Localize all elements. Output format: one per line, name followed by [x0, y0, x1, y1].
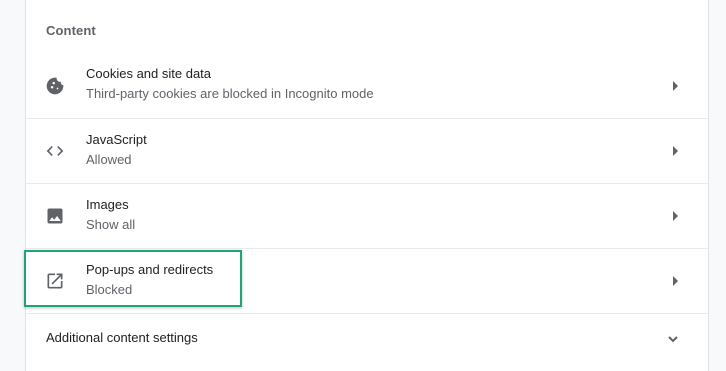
additional-label: Additional content settings [46, 330, 198, 345]
row-sublabel: Allowed [86, 152, 132, 167]
cookies-site-data-row[interactable]: Cookies and site data Third-party cookie… [26, 53, 708, 118]
chevron-down-icon [667, 332, 679, 344]
arrow-right-icon [673, 80, 678, 91]
row-label: Pop-ups and redirects [86, 262, 214, 277]
arrow-right-icon [673, 276, 678, 286]
images-row[interactable]: Images Show all [26, 183, 708, 248]
row-label: JavaScript [86, 132, 147, 147]
row-sublabel: Third-party cookies are blocked in Incog… [86, 86, 374, 101]
additional-content-settings[interactable]: Additional content settings [26, 313, 708, 363]
content-settings-card: Content Cookies and site data Third-part… [25, 0, 709, 371]
row-sublabel: Show all [86, 217, 136, 232]
image-icon [45, 206, 65, 226]
section-title: Content [46, 23, 96, 38]
javascript-row[interactable]: JavaScript Allowed [26, 118, 708, 183]
popups-redirects-row[interactable]: Pop-ups and redirects Blocked [26, 248, 708, 313]
row-label: Images [86, 197, 129, 212]
row-label: Cookies and site data [86, 66, 212, 81]
row-sublabel: Blocked [86, 282, 133, 297]
code-icon [45, 141, 65, 161]
arrow-right-icon [673, 211, 678, 221]
open-in-new-icon [45, 271, 65, 291]
arrow-right-icon [673, 146, 678, 156]
cookie-icon [45, 76, 65, 96]
